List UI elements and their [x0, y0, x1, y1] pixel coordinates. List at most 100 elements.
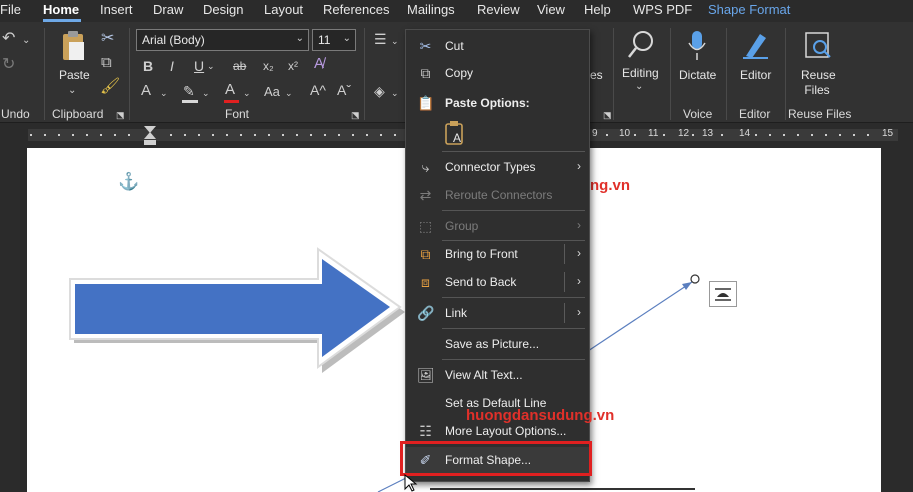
shading-icon[interactable]: ◈	[374, 84, 385, 98]
format-painter-icon[interactable]: 🖌	[100, 79, 120, 95]
copy-icon[interactable]: ⧉	[101, 55, 112, 70]
alt-text-icon: 🖼	[417, 367, 435, 383]
menu-item-label: Save as Picture...	[445, 337, 540, 351]
layout-options-button[interactable]	[709, 281, 737, 307]
clipboard-launcher-icon[interactable]: ⬔	[116, 108, 125, 122]
italic-icon[interactable]: I	[170, 59, 174, 73]
mouse-cursor-icon	[404, 474, 418, 492]
bold-icon[interactable]: B	[143, 59, 153, 73]
subscript-icon[interactable]: x₂	[263, 59, 274, 73]
superscript-icon[interactable]: x²	[288, 59, 298, 73]
undo-icon[interactable]: ↶	[2, 31, 15, 47]
menu-item-label: Cut	[445, 39, 464, 53]
menu-item-label: Bring to Front	[445, 247, 518, 261]
styles-launcher-icon[interactable]: ⬔	[603, 108, 612, 122]
group-label-font: Font	[225, 107, 250, 121]
menu-item-reroute-connectors[interactable]: ⇄ Reroute Connectors	[406, 182, 589, 208]
chevron-right-icon: ›	[577, 274, 581, 288]
tab-insert[interactable]: Insert	[100, 2, 133, 17]
tab-references[interactable]: References	[323, 2, 389, 17]
keep-text-only-paste-icon[interactable]: A	[444, 120, 466, 146]
editor-icon[interactable]	[740, 30, 770, 60]
watermark-top: ng.vn	[590, 177, 630, 194]
ruler-number: 14	[739, 128, 751, 139]
ruler-number: 11	[648, 128, 659, 139]
font-color-dropdown-icon[interactable]: ⌄	[243, 86, 251, 100]
tab-home[interactable]: Home	[43, 2, 79, 17]
editing-dropdown-icon[interactable]: ⌄	[635, 80, 643, 94]
highlight-dropdown-icon[interactable]: ⌄	[202, 86, 210, 100]
paste-button[interactable]: Paste	[59, 68, 90, 82]
ruler-number: 15	[882, 128, 894, 139]
menu-item-link[interactable]: 🔗 Link ›	[406, 300, 589, 326]
font-size-value: 11	[318, 33, 331, 47]
menu-item-send-to-back[interactable]: ⧈ Send to Back ›	[406, 269, 589, 295]
anchor-icon: ⚓	[118, 172, 140, 191]
styles-label-partial[interactable]: es	[590, 68, 603, 82]
change-case-icon[interactable]: Aa	[264, 85, 280, 99]
tab-wps-pdf[interactable]: WPS PDF	[633, 2, 692, 17]
menu-item-connector-types[interactable]: ⤷ Connector Types ›	[406, 154, 589, 180]
group-label-undo: Undo	[1, 107, 30, 121]
tab-layout[interactable]: Layout	[264, 2, 303, 17]
menu-item-label: Reroute Connectors	[445, 188, 553, 202]
reroute-icon: ⇄	[419, 187, 432, 203]
menu-item-view-alt-text[interactable]: 🖼 View Alt Text...	[406, 362, 589, 388]
editor-button[interactable]: Editor	[740, 68, 771, 82]
menu-item-label: Copy	[445, 66, 474, 80]
font-color-icon[interactable]: A	[225, 82, 235, 97]
tab-file[interactable]: File	[0, 2, 21, 17]
strikethrough-icon[interactable]: ab	[233, 59, 246, 73]
menu-item-group[interactable]: ⬚ Group ›	[406, 213, 589, 239]
clipboard-icon: 📋	[417, 95, 435, 111]
change-case-dropdown-icon[interactable]: ⌄	[285, 86, 293, 100]
tab-design[interactable]: Design	[203, 2, 243, 17]
menu-item-label: Connector Types	[445, 160, 536, 174]
shading-dropdown-icon[interactable]: ⌄	[391, 86, 399, 100]
font-size-combo[interactable]: 11 ⌄	[312, 29, 356, 51]
font-launcher-icon[interactable]: ⬔	[351, 108, 360, 122]
microphone-icon[interactable]	[687, 30, 707, 62]
underline-icon[interactable]: U	[194, 59, 204, 73]
ruler-number: 13	[702, 128, 714, 139]
menu-item-cut[interactable]: ✂ Cut	[406, 33, 589, 59]
highlight-icon[interactable]: ✎	[183, 84, 195, 98]
tab-mailings[interactable]: Mailings	[407, 2, 455, 17]
paste-icon[interactable]	[60, 30, 86, 62]
layout-options-icon	[715, 288, 731, 301]
chevron-right-icon: ›	[577, 305, 581, 319]
menu-item-bring-to-front[interactable]: ⧉ Bring to Front ›	[406, 241, 589, 267]
indent-marker-icon[interactable]	[144, 126, 156, 146]
group-label-editor: Editor	[739, 107, 771, 121]
menu-item-copy[interactable]: ⧉ Copy	[406, 60, 589, 86]
group-icon: ⬚	[418, 218, 433, 234]
tab-help[interactable]: Help	[584, 2, 611, 17]
undo-dropdown-icon[interactable]: ⌄	[22, 34, 30, 48]
bullets-dropdown-icon[interactable]: ⌄	[391, 34, 399, 48]
text-effects-dropdown-icon[interactable]: ⌄	[160, 86, 168, 100]
reuse-files-button[interactable]: Reuse Files	[801, 68, 836, 98]
redo-icon[interactable]: ↻	[2, 57, 15, 73]
block-arrow-shape[interactable]	[60, 245, 410, 380]
bullets-icon[interactable]: ☰	[374, 32, 387, 46]
grow-font-icon[interactable]: A^	[310, 83, 326, 97]
underline-dropdown-icon[interactable]: ⌄	[207, 59, 215, 73]
cut-icon[interactable]: ✂	[101, 31, 114, 47]
tab-draw[interactable]: Draw	[153, 2, 183, 17]
clear-formatting-icon[interactable]: A̸	[314, 56, 324, 71]
shrink-font-icon[interactable]: Aˇ	[337, 83, 351, 97]
tab-view[interactable]: View	[537, 2, 565, 17]
font-name-combo[interactable]: Arial (Body) ⌄	[136, 29, 309, 51]
tab-review[interactable]: Review	[477, 2, 520, 17]
reuse-files-icon[interactable]	[803, 30, 833, 60]
dictate-button[interactable]: Dictate	[679, 68, 716, 82]
menu-item-paste-options: 📋 Paste Options:	[406, 90, 589, 116]
tab-shape-format[interactable]: Shape Format	[708, 2, 790, 17]
paste-dropdown-icon[interactable]: ⌄	[68, 84, 76, 98]
text-effects-icon[interactable]: A	[141, 83, 151, 98]
editing-button[interactable]: Editing	[622, 66, 659, 80]
send-to-back-icon: ⧈	[421, 274, 430, 290]
watermark-bottom: huongdansudung.vn	[466, 407, 615, 424]
menu-item-save-as-picture[interactable]: Save as Picture...	[406, 331, 589, 357]
search-icon[interactable]	[626, 30, 656, 60]
